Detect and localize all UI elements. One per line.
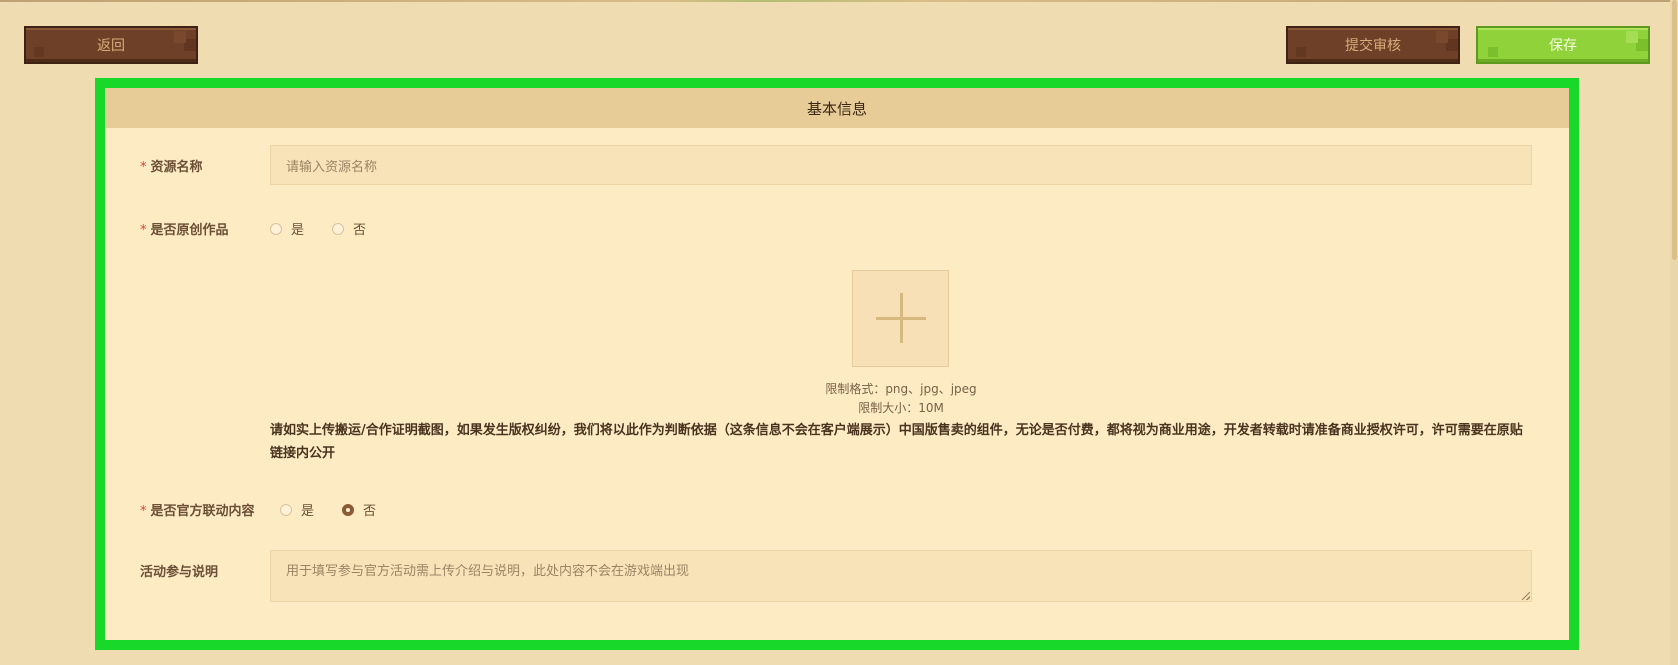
required-mark: *: [140, 223, 147, 238]
is-official-collab-label: * 是否官方联动内容: [140, 500, 255, 519]
back-button[interactable]: 返回: [24, 26, 198, 64]
resource-name-placeholder: 请输入资源名称: [286, 159, 378, 175]
radio-label: 否: [353, 223, 367, 238]
save-button[interactable]: 保存: [1476, 26, 1650, 64]
radio-button[interactable]: [332, 222, 345, 235]
copyright-notice: 请如实上传搬运/合作证明截图，如果发生版权纠纷，我们将以此作为判断依据（这条信息…: [270, 423, 1523, 461]
is-original-label: * 是否原创作品: [140, 219, 229, 238]
radio-label: 是: [301, 504, 315, 519]
resource-name-input[interactable]: 请输入资源名称: [270, 145, 1532, 185]
resize-handle-icon[interactable]: [1522, 592, 1530, 600]
radio-button[interactable]: [280, 503, 292, 516]
radio-button-selected[interactable]: [342, 503, 355, 516]
submit-review-button-label: 提交审核: [1345, 38, 1401, 54]
activity-note-label-text: 活动参与说明: [140, 565, 219, 580]
page-scrollbar[interactable]: [1670, 0, 1678, 665]
activity-note-placeholder: 用于填写参与官方活动需上传介绍与说明，此处内容不会在游戏端出现: [286, 564, 690, 579]
activity-note-textarea[interactable]: 用于填写参与官方活动需上传介绍与说明，此处内容不会在游戏端出现: [270, 550, 1532, 602]
radio-button[interactable]: [270, 222, 282, 235]
section-title: 基本信息: [806, 99, 867, 118]
upload-format-hint: 限制格式：png、jpg、jpeg: [825, 382, 977, 396]
is-official-collab-radio-group: 是 否: [280, 500, 404, 519]
top-edge-decoration: [0, 0, 1678, 2]
radio-label: 是: [291, 223, 305, 238]
activity-note-label: 活动参与说明: [140, 561, 218, 580]
is-official-collab-label-text: 是否官方联动内容: [150, 504, 255, 519]
image-upload-button[interactable]: [852, 270, 949, 367]
upload-size-hint: 限制大小：10M: [858, 401, 944, 415]
save-button-label: 保存: [1549, 38, 1577, 54]
radio-label: 否: [363, 504, 377, 519]
resource-name-label: * 资源名称: [140, 156, 203, 175]
scrollbar-thumb[interactable]: [1672, 0, 1677, 260]
back-button-label: 返回: [97, 38, 125, 54]
is-official-collab-option-yes[interactable]: 是: [280, 500, 314, 519]
is-official-collab-option-no[interactable]: 否: [342, 500, 376, 519]
is-original-radio-group: 是 否: [270, 219, 394, 238]
resource-name-label-text: 资源名称: [150, 160, 203, 175]
submit-review-button[interactable]: 提交审核: [1286, 26, 1460, 64]
required-mark: *: [140, 160, 147, 175]
is-original-option-yes[interactable]: 是: [270, 219, 304, 238]
is-original-label-text: 是否原创作品: [150, 223, 229, 238]
is-original-option-no[interactable]: 否: [332, 219, 366, 238]
required-mark: *: [140, 504, 147, 519]
panel-header: 基本信息: [105, 88, 1569, 128]
